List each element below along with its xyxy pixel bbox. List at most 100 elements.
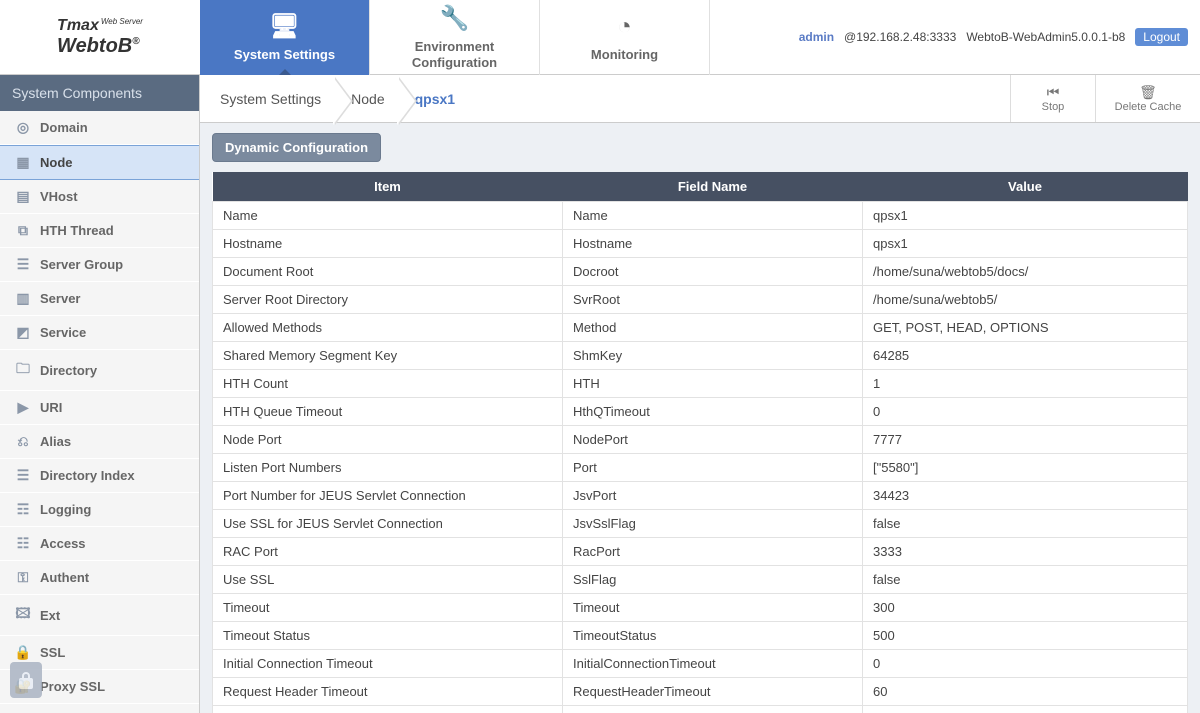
cell-field: ShmKey bbox=[563, 342, 863, 370]
delete-cache-button[interactable]: 🗑 Delete Cache bbox=[1095, 75, 1200, 122]
sidebar-item-icon: 🗀 bbox=[14, 358, 32, 382]
cell-item: Node Port bbox=[213, 426, 563, 454]
sidebar-item-domain[interactable]: ◎Domain bbox=[0, 111, 199, 145]
table-row[interactable]: RAC PortRacPort3333 bbox=[213, 538, 1188, 566]
sidebar-item-label: Service bbox=[40, 325, 86, 340]
sidebar-item-label: Proxy SSL bbox=[40, 679, 105, 694]
sidebar-item-directory[interactable]: 🗀 Directory bbox=[0, 350, 199, 391]
breadcrumb: System SettingsNodeqpsx1 bbox=[200, 75, 1010, 122]
sidebar-item-alias[interactable]: ⎌ Alias bbox=[0, 425, 199, 459]
sidebar-item-icon: ⧉ bbox=[14, 222, 32, 239]
sidebar-item-node[interactable]: ▦Node bbox=[0, 145, 199, 180]
sidebar-item-icon: ☶ bbox=[14, 501, 32, 518]
table-row[interactable]: Port Number for JEUS Servlet ConnectionJ… bbox=[213, 482, 1188, 510]
cell-value: 0 bbox=[863, 706, 1188, 713]
cell-field: RequestBodyTimeout bbox=[563, 706, 863, 713]
table-row[interactable]: Use SSLSslFlagfalse bbox=[213, 566, 1188, 594]
cell-value: 34423 bbox=[863, 482, 1188, 510]
table-row[interactable]: Shared Memory Segment KeyShmKey64285 bbox=[213, 342, 1188, 370]
cell-item: Listen Port Numbers bbox=[213, 454, 563, 482]
cell-value: 60 bbox=[863, 678, 1188, 706]
cell-item: Timeout bbox=[213, 594, 563, 622]
sidebar-item-server[interactable]: ▥ Server bbox=[0, 282, 199, 316]
lock-icon[interactable] bbox=[10, 662, 42, 698]
sidebar-item-icon: ◎ bbox=[14, 119, 32, 136]
sidebar-item-icon: ☷ bbox=[14, 535, 32, 552]
cell-item: Timeout Status bbox=[213, 622, 563, 650]
sidebar-item-icon: ▦ bbox=[14, 154, 32, 171]
cell-field: Hostname bbox=[563, 230, 863, 258]
cell-item: Server Root Directory bbox=[213, 286, 563, 314]
sidebar-item-logging[interactable]: ☶ Logging bbox=[0, 493, 199, 527]
sidebar-item-service[interactable]: ◩ Service bbox=[0, 316, 199, 350]
app-version: WebtoB-WebAdmin5.0.0.1-b8 bbox=[966, 30, 1125, 44]
cell-field: RacPort bbox=[563, 538, 863, 566]
sidebar-item-icon: ⎌ bbox=[14, 433, 32, 450]
table-row[interactable]: Timeout StatusTimeoutStatus500 bbox=[213, 622, 1188, 650]
sidebar-item-icon: ◩ bbox=[14, 324, 32, 341]
sidebar-item-icon: ▤ bbox=[14, 188, 32, 205]
dynamic-config-button[interactable]: Dynamic Configuration bbox=[212, 133, 381, 162]
header: TmaxWeb Server WebtoB® 🖥System Settings🔧… bbox=[0, 0, 1200, 75]
breadcrumb-row: System SettingsNodeqpsx1 ⏮ Stop 🗑 Delete… bbox=[200, 75, 1200, 123]
cell-field: RequestHeaderTimeout bbox=[563, 678, 863, 706]
sidebar-item-label: Logging bbox=[40, 502, 91, 517]
table-row[interactable]: HTH Queue TimeoutHthQTimeout0 bbox=[213, 398, 1188, 426]
sidebar-item-icon: ☰ bbox=[14, 256, 32, 273]
sidebar: System Components ◎Domain▦Node▤VHost⧉HTH… bbox=[0, 75, 200, 713]
sidebar-item-icon: ▥ bbox=[14, 290, 32, 307]
logout-button[interactable]: Logout bbox=[1135, 28, 1188, 46]
sidebar-item-icon: 🖾 bbox=[14, 603, 32, 627]
stop-button[interactable]: ⏮ Stop bbox=[1010, 75, 1095, 122]
sidebar-item-label: Directory Index bbox=[40, 468, 135, 483]
sidebar-item-vhost[interactable]: ▤VHost bbox=[0, 180, 199, 214]
table-row[interactable]: HTH CountHTH1 bbox=[213, 370, 1188, 398]
cell-item: Initial Connection Timeout bbox=[213, 650, 563, 678]
sidebar-item-server-group[interactable]: ☰Server Group bbox=[0, 248, 199, 282]
server-address: @192.168.2.48:3333 bbox=[844, 30, 956, 44]
table-row[interactable]: Request Body TimeoutRequestBodyTimeout0 bbox=[213, 706, 1188, 713]
table-row[interactable]: Use SSL for JEUS Servlet ConnectionJsvSs… bbox=[213, 510, 1188, 538]
sidebar-item-hth-thread[interactable]: ⧉HTH Thread bbox=[0, 214, 199, 248]
table-row[interactable]: Document RootDocroot/home/suna/webtob5/d… bbox=[213, 258, 1188, 286]
table-row[interactable]: Initial Connection TimeoutInitialConnect… bbox=[213, 650, 1188, 678]
column-header: Value bbox=[863, 172, 1188, 202]
admin-link[interactable]: admin bbox=[799, 30, 834, 44]
table-row[interactable]: HostnameHostnameqpsx1 bbox=[213, 230, 1188, 258]
cell-field: HthQTimeout bbox=[563, 398, 863, 426]
top-tab-system-settings[interactable]: 🖥System Settings bbox=[200, 0, 370, 75]
cell-value: qpsx1 bbox=[863, 230, 1188, 258]
cell-value: ["5580"] bbox=[863, 454, 1188, 482]
cell-item: Hostname bbox=[213, 230, 563, 258]
table-row[interactable]: Listen Port NumbersPort["5580"] bbox=[213, 454, 1188, 482]
table-row[interactable]: Request Header TimeoutRequestHeaderTimeo… bbox=[213, 678, 1188, 706]
table-row[interactable]: NameNameqpsx1 bbox=[213, 202, 1188, 230]
table-row[interactable]: Node PortNodePort7777 bbox=[213, 426, 1188, 454]
sidebar-item-ext[interactable]: 🖾 Ext bbox=[0, 595, 199, 636]
breadcrumb-item[interactable]: System Settings bbox=[210, 91, 341, 107]
brand-reg: ® bbox=[132, 36, 139, 47]
sidebar-item-label: Directory bbox=[40, 363, 97, 378]
sidebar-item-label: Alias bbox=[40, 434, 71, 449]
sidebar-item-error-document[interactable]: ✎Error Document bbox=[0, 704, 199, 713]
brand-logo: TmaxWeb Server WebtoB® bbox=[0, 0, 200, 74]
sidebar-item-directory-index[interactable]: ☰ Directory Index bbox=[0, 459, 199, 493]
table-row[interactable]: Allowed MethodsMethodGET, POST, HEAD, OP… bbox=[213, 314, 1188, 342]
sidebar-item-label: Server bbox=[40, 291, 80, 306]
cell-value: 500 bbox=[863, 622, 1188, 650]
top-tab-monitoring[interactable]: ◔Monitoring bbox=[540, 0, 710, 75]
sidebar-item-label: Ext bbox=[40, 608, 60, 623]
cell-field: Timeout bbox=[563, 594, 863, 622]
main: System SettingsNodeqpsx1 ⏮ Stop 🗑 Delete… bbox=[200, 75, 1200, 713]
sidebar-item-uri[interactable]: ▶URI bbox=[0, 391, 199, 425]
cell-field: HTH bbox=[563, 370, 863, 398]
table-row[interactable]: Server Root DirectorySvrRoot/home/suna/w… bbox=[213, 286, 1188, 314]
sidebar-item-label: URI bbox=[40, 400, 62, 415]
top-tab-environment-configuration[interactable]: 🔧Environment Configuration bbox=[370, 0, 540, 75]
sidebar-item-icon: 🔒 bbox=[14, 644, 32, 661]
table-row[interactable]: TimeoutTimeout300 bbox=[213, 594, 1188, 622]
sidebar-item-icon: ☰ bbox=[14, 467, 32, 484]
sidebar-item-authent[interactable]: ⚿Authent bbox=[0, 561, 199, 595]
cell-value: 1 bbox=[863, 370, 1188, 398]
sidebar-item-access[interactable]: ☷Access bbox=[0, 527, 199, 561]
